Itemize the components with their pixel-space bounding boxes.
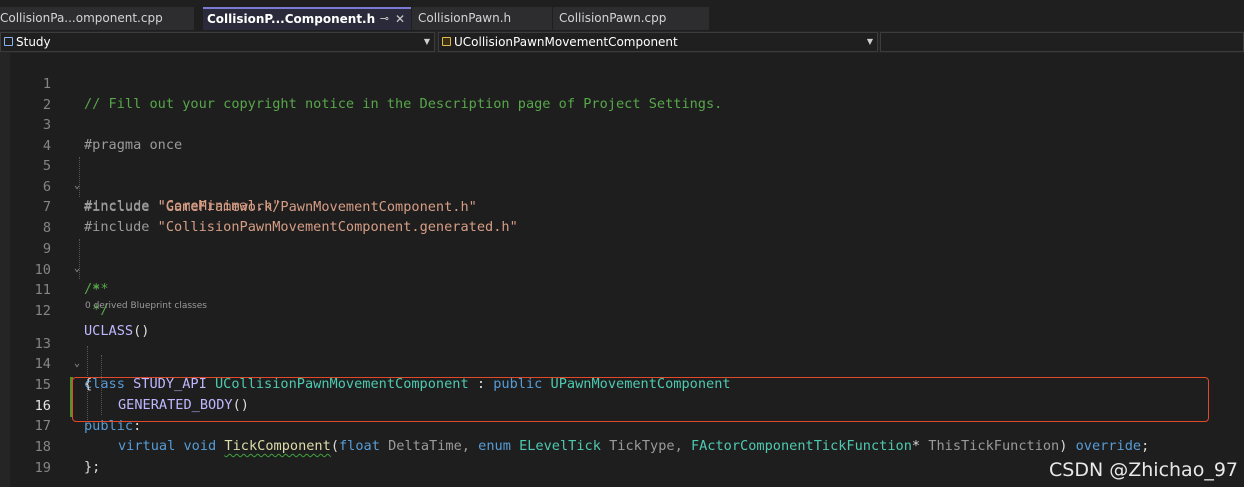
code-line-14: 14 { [0, 334, 1244, 392]
code-line-17: 17 virtual void TickComponent(float Delt… [0, 396, 1244, 454]
code-line-13: 13 ⌄ class STUDY_API UCollisionPawnMovem… [0, 314, 1244, 392]
code-line-16: 16 public: [0, 376, 1244, 434]
navigation-bar: Study ▼ UCollisionPawnMovementComponent … [0, 31, 1244, 54]
tab-label: CollisionP...Component.h [207, 12, 376, 26]
code-line-7: 7 #include "CollisionPawnMovementCompone… [0, 177, 1244, 235]
code-line-3: 3 #pragma once [0, 95, 1244, 153]
tab-collision-pawn-cpp[interactable]: CollisionPawn.cpp [553, 7, 709, 30]
tab-label: CollisionPawn.h [418, 11, 512, 25]
code-line-11: 11 */ [0, 260, 1244, 318]
scope-dropdown[interactable]: UCollisionPawnMovementComponent ▼ [438, 32, 878, 52]
visual-studio-window: CollisionPa...omponent.cpp CollisionP...… [0, 0, 1244, 487]
code-editor[interactable]: 1 // Fill out your copyright notice in t… [0, 53, 1244, 487]
code-line-19: 19 [0, 438, 1244, 476]
code-line-6: 6 #include "GameFramework/PawnMovementCo… [0, 157, 1244, 215]
code-line-8: 8 [0, 198, 1244, 236]
code-line-15: 15 GENERATED_BODY() [0, 355, 1244, 413]
pin-icon[interactable]: ⊸ [380, 9, 389, 29]
code-text: }; [84, 459, 101, 475]
code-line-4: 4 [0, 116, 1244, 154]
project-dropdown[interactable]: Study ▼ [0, 32, 435, 52]
code-line-10: 10 * [0, 240, 1244, 298]
project-icon [4, 37, 13, 46]
codelens-derived-classes[interactable]: 0 derived Blueprint classes [85, 301, 207, 311]
watermark: CSDN @Zhichao_97 [1049, 459, 1238, 481]
chevron-down-icon: ▼ [423, 37, 430, 46]
code-line-1: 1 // Fill out your copyright notice in t… [0, 54, 1244, 112]
project-dropdown-label: Study [16, 35, 51, 49]
line-number: 19 [34, 460, 51, 476]
tab-collision-movement-cpp[interactable]: CollisionPa...omponent.cpp [0, 7, 194, 30]
tab-label: CollisionPawn.cpp [559, 11, 667, 25]
class-icon [442, 37, 451, 46]
code-line-9: 9 ⌄ /** [0, 219, 1244, 297]
chevron-down-icon: ▼ [866, 37, 873, 46]
close-icon[interactable]: ✕ [395, 9, 405, 29]
document-tab-bar: CollisionPa...omponent.cpp CollisionP...… [0, 0, 1244, 30]
code-line-5: 5 ⌄ #include "CoreMinimal.h" [0, 136, 1244, 214]
code-line-12: 12 UCLASS() [0, 281, 1244, 339]
code-line-2: 2 [0, 75, 1244, 113]
member-dropdown[interactable] [880, 32, 1244, 52]
code-line-18: 18 }; [0, 417, 1244, 475]
tab-collision-pawn-h[interactable]: CollisionPawn.h [412, 7, 552, 30]
scope-dropdown-label: UCollisionPawnMovementComponent [454, 35, 678, 49]
tab-collision-movement-h[interactable]: CollisionP...Component.h ⊸ ✕ [203, 7, 411, 30]
tab-label: CollisionPa...omponent.cpp [0, 11, 163, 25]
